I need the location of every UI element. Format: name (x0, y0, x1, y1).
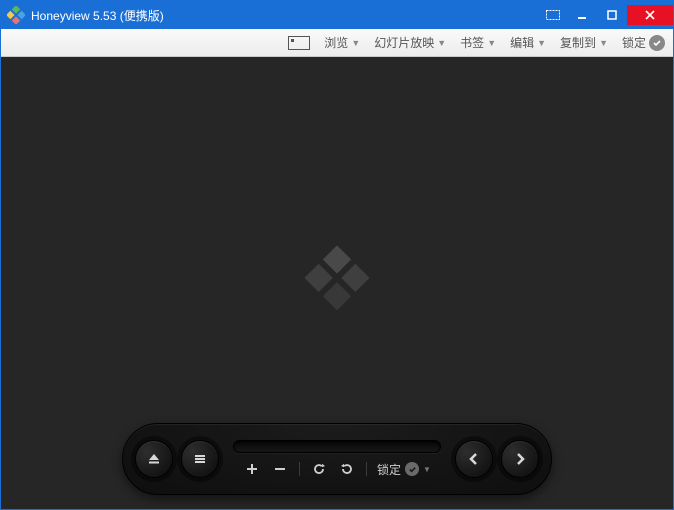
browse-label: 浏览 (324, 34, 348, 51)
zoom-in-button[interactable] (243, 460, 261, 478)
chevron-down-icon: ▼ (423, 465, 431, 474)
lock-toggle-bottom[interactable]: 锁定 ▼ (377, 461, 431, 478)
control-center: 锁定 ▼ (227, 440, 447, 478)
lock-label: 锁定 (622, 34, 646, 51)
eject-icon (146, 451, 162, 467)
separator (299, 462, 300, 476)
previous-button[interactable] (455, 440, 493, 478)
rotate-left-button[interactable] (310, 460, 328, 478)
lock-label-bottom: 锁定 (377, 461, 401, 478)
app-icon (7, 6, 25, 24)
fit-to-window-button[interactable] (288, 36, 310, 50)
chevron-left-icon (466, 451, 482, 467)
check-circle-icon (405, 462, 419, 476)
fullscreen-button[interactable] (539, 5, 567, 25)
chevron-down-icon: ▼ (537, 38, 546, 48)
maximize-button[interactable] (597, 5, 627, 25)
separator (366, 462, 367, 476)
next-button[interactable] (501, 440, 539, 478)
image-viewer[interactable]: 锁定 ▼ (1, 57, 673, 509)
slideshow-menu[interactable]: 幻灯片放映 ▼ (374, 34, 446, 51)
hamburger-icon (192, 451, 208, 467)
copyto-label: 复制到 (560, 34, 596, 51)
open-button[interactable] (135, 440, 173, 478)
edit-label: 编辑 (510, 34, 534, 51)
undo-icon (312, 462, 326, 476)
lock-toggle[interactable]: 锁定 (622, 34, 665, 51)
chevron-down-icon: ▼ (599, 38, 608, 48)
chevron-down-icon: ▼ (487, 38, 496, 48)
redo-icon (340, 462, 354, 476)
bookmarks-label: 书签 (460, 34, 484, 51)
chevron-right-icon (512, 451, 528, 467)
minimize-button[interactable] (567, 5, 597, 25)
menu-button[interactable] (181, 440, 219, 478)
plus-icon (245, 462, 259, 476)
edit-menu[interactable]: 编辑 ▼ (510, 34, 546, 51)
window-title: Honeyview 5.53 (便携版) (31, 7, 164, 24)
bookmarks-menu[interactable]: 书签 ▼ (460, 34, 496, 51)
fit-icon (288, 36, 310, 50)
browse-menu[interactable]: 浏览 ▼ (324, 34, 360, 51)
control-bar: 锁定 ▼ (122, 423, 552, 495)
zoom-out-button[interactable] (271, 460, 289, 478)
chevron-down-icon: ▼ (351, 38, 360, 48)
slideshow-label: 幻灯片放映 (374, 34, 434, 51)
check-circle-icon (649, 35, 665, 51)
seek-bar[interactable] (233, 440, 441, 453)
placeholder-logo-icon (302, 243, 372, 316)
toolbar: 浏览 ▼ 幻灯片放映 ▼ 书签 ▼ 编辑 ▼ 复制到 ▼ 锁定 (1, 29, 673, 57)
minus-icon (273, 462, 287, 476)
titlebar: Honeyview 5.53 (便携版) (1, 1, 673, 29)
chevron-down-icon: ▼ (437, 38, 446, 48)
close-button[interactable] (627, 5, 673, 25)
copyto-menu[interactable]: 复制到 ▼ (560, 34, 608, 51)
rotate-right-button[interactable] (338, 460, 356, 478)
sub-controls: 锁定 ▼ (233, 460, 441, 478)
